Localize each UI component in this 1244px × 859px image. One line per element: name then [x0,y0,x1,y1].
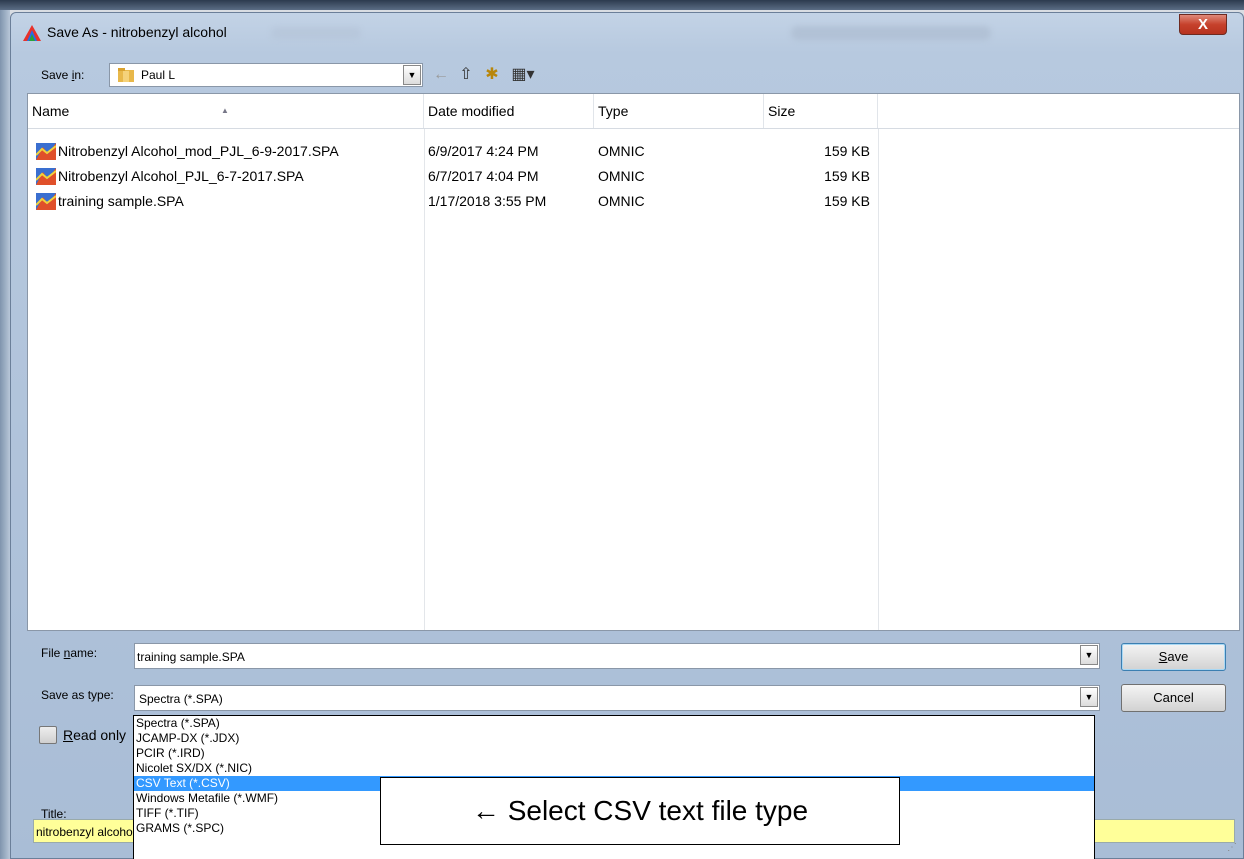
file-name: Nitrobenzyl Alcohol_PJL_6-7-2017.SPA [58,168,304,184]
column-header-date[interactable]: Date modified [424,94,594,128]
file-date: 6/7/2017 4:04 PM [428,168,539,184]
new-folder-icon[interactable]: ✱ [481,65,503,85]
read-only-checkbox[interactable] [39,726,57,744]
list-item[interactable]: Nitrobenzyl Alcohol_mod_PJL_6-9-2017.SPA… [28,139,1239,164]
list-header: Name ▲ Date modified Type Size [28,94,1239,129]
file-name-label: File name: [41,646,98,660]
close-icon: X [1197,16,1208,33]
spectrum-file-icon [36,193,56,210]
file-type: OMNIC [598,168,645,184]
sort-up-icon: ▲ [221,106,229,115]
file-type: OMNIC [598,193,645,209]
back-icon[interactable]: ← [431,65,451,85]
save-as-type-combo[interactable]: Spectra (*.SPA) ▼ [134,685,1100,711]
file-name-field[interactable]: training sample.SPA ▼ [134,643,1100,669]
blurred-title-text [271,27,361,39]
annotation-callout: ← Select CSV text file type [380,777,900,845]
dropdown-option[interactable]: Nicolet SX/DX (*.NIC) [134,761,1094,776]
dropdown-option[interactable]: Spectra (*.SPA) [134,716,1094,731]
save-as-dialog: Save As - nitrobenzyl alcohol X Save in:… [10,12,1244,859]
file-size: 159 KB [824,143,870,159]
file-name-value: training sample.SPA [137,650,245,664]
background-window-edge [0,0,1244,10]
omnic-app-icon [23,25,41,41]
title-bar[interactable]: Save As - nitrobenzyl alcohol X [11,13,1243,53]
chevron-down-icon[interactable]: ▼ [1080,687,1098,707]
save-in-value: Paul L [141,68,176,82]
blurred-title-text [791,26,991,40]
title-value: nitrobenzyl alcohol [36,825,136,839]
file-size: 159 KB [824,193,870,209]
list-item[interactable]: Nitrobenzyl Alcohol_PJL_6-7-2017.SPA 6/7… [28,164,1239,189]
file-name: training sample.SPA [58,193,184,209]
column-header-type[interactable]: Type [594,94,764,128]
view-menu-icon[interactable]: ▦▾ [507,65,539,85]
window-title: Save As - nitrobenzyl alcohol [47,24,227,40]
list-item[interactable]: training sample.SPA 1/17/2018 3:55 PM OM… [28,189,1239,214]
annotation-text: ← Select CSV text file type [471,795,809,826]
save-as-type-label: Save as type: [41,688,114,702]
background-window-edge-left [0,10,10,859]
cancel-button[interactable]: Cancel [1121,684,1226,712]
save-as-type-value: Spectra (*.SPA) [139,692,223,706]
spectrum-file-icon [36,168,56,185]
read-only-label[interactable]: Read only [63,727,126,743]
dropdown-option[interactable]: PCIR (*.IRD) [134,746,1094,761]
save-in-label: Save in: [41,68,85,82]
file-type: OMNIC [598,143,645,159]
chevron-down-icon[interactable]: ▼ [1080,645,1098,665]
save-in-combo[interactable]: Paul L ▼ [109,63,423,87]
column-header-size[interactable]: Size [764,94,878,128]
file-date: 1/17/2018 3:55 PM [428,193,547,209]
file-size: 159 KB [824,168,870,184]
spectrum-file-icon [36,143,56,160]
file-list[interactable]: Name ▲ Date modified Type Size Nitrobenzy… [27,93,1240,631]
dropdown-option[interactable]: JCAMP-DX (*.JDX) [134,731,1094,746]
column-header-name[interactable]: Name ▲ [28,94,424,128]
close-button[interactable]: X [1179,14,1227,35]
chevron-down-icon[interactable]: ▼ [403,65,421,85]
save-button[interactable]: Save [1121,643,1226,671]
file-name: Nitrobenzyl Alcohol_mod_PJL_6-9-2017.SPA [58,143,339,159]
file-date: 6/9/2017 4:24 PM [428,143,539,159]
up-folder-icon[interactable]: ⇧ [455,65,477,85]
resize-grip-icon[interactable]: ⋰ [1227,842,1241,856]
folder-icon [118,68,134,82]
